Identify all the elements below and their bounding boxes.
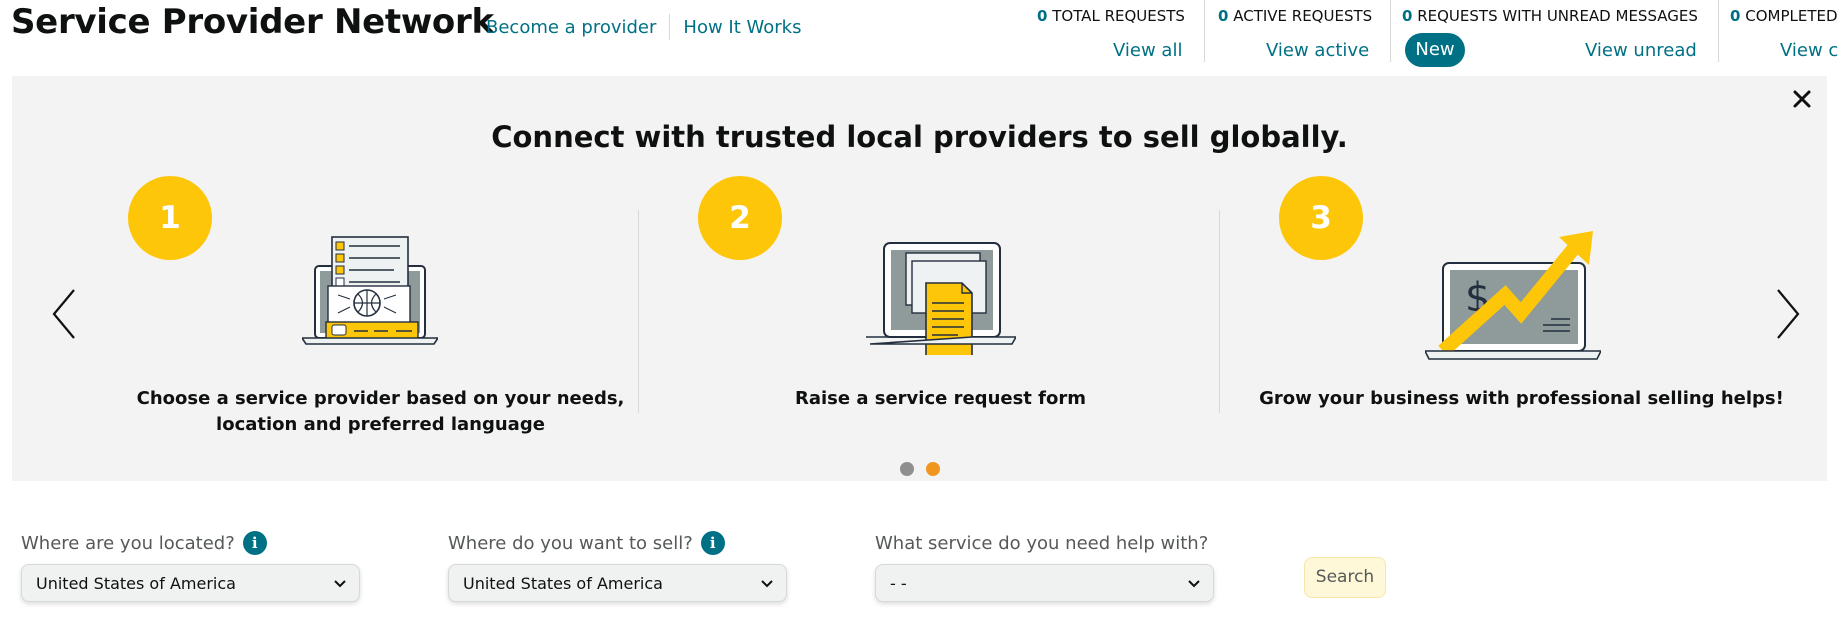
step-divider — [1219, 210, 1220, 413]
service-field: What service do you need help with? - - — [875, 530, 1214, 602]
chevron-down-icon — [1188, 580, 1200, 588]
stat-divider — [1390, 0, 1391, 62]
step-caption: Raise a service request form — [794, 388, 1087, 409]
laptop-growth-chart-icon: $ — [1425, 231, 1601, 360]
top-links: Become a provider How It Works — [486, 14, 801, 40]
view-active-link[interactable]: View active — [1266, 40, 1369, 61]
located-field: Where are you located? i United States of… — [21, 530, 360, 602]
stat-divider — [1718, 0, 1719, 62]
step-2: 2 Raise a service request form — [658, 176, 1223, 446]
how-it-works-banner: Connect with trusted local providers to … — [12, 76, 1827, 481]
step-1: 1 Choose a service provider based on you… — [98, 176, 663, 446]
stat-active-label: 0 ACTIVE REQUESTS — [1218, 7, 1373, 25]
carousel-dots — [900, 462, 940, 476]
stat-total-label: 0 TOTAL REQUESTS — [1037, 7, 1185, 25]
banner-heading: Connect with trusted local providers to … — [491, 120, 1348, 154]
stat-completed-label: 0 COMPLETED REQUESTS — [1730, 7, 1839, 25]
step-number: 2 — [698, 176, 782, 260]
located-select[interactable]: United States of America — [21, 564, 360, 602]
carousel-dot-2[interactable] — [926, 462, 940, 476]
laptop-checklist-globe-icon — [302, 236, 438, 345]
how-it-works-link[interactable]: How It Works — [683, 17, 801, 38]
view-completed-link[interactable]: View completed — [1780, 40, 1839, 61]
info-icon[interactable]: i — [700, 531, 725, 555]
stat-unread-label: 0 REQUESTS WITH UNREAD MESSAGES — [1402, 7, 1698, 25]
link-divider — [669, 14, 671, 40]
search-button[interactable]: Search — [1304, 557, 1386, 598]
step-caption: Choose a service provider based on your … — [136, 388, 625, 435]
sell-value: United States of America — [463, 574, 663, 593]
carousel-dot-1[interactable] — [900, 462, 914, 476]
sell-label: Where do you want to sell? i — [448, 530, 787, 556]
step-3: 3 $ Grow your business with professional… — [1239, 176, 1804, 446]
service-select[interactable]: - - — [875, 564, 1214, 602]
new-badge: New — [1405, 33, 1465, 67]
laptop-document-icon — [866, 242, 1016, 355]
view-all-link[interactable]: View all — [1113, 40, 1182, 61]
chevron-down-icon — [761, 580, 773, 588]
view-unread-link[interactable]: View unread — [1585, 40, 1697, 61]
step-caption: Grow your business with professional sel… — [1259, 388, 1784, 409]
sell-select[interactable]: United States of America — [448, 564, 787, 602]
step-divider — [638, 210, 639, 413]
sell-field: Where do you want to sell? i United State… — [448, 530, 787, 602]
stat-divider — [1204, 0, 1205, 62]
close-icon[interactable] — [1791, 88, 1813, 110]
chevron-down-icon — [334, 580, 346, 588]
located-label: Where are you located? i — [21, 530, 360, 556]
step-number: 3 — [1279, 176, 1363, 260]
page-title: Service Provider Network — [11, 2, 494, 42]
become-provider-link[interactable]: Become a provider — [486, 17, 656, 38]
info-icon[interactable]: i — [242, 531, 267, 555]
service-value: - - — [890, 574, 907, 593]
located-value: United States of America — [36, 574, 236, 593]
carousel-prev-icon[interactable] — [46, 286, 82, 342]
service-label: What service do you need help with? — [875, 532, 1209, 554]
step-number: 1 — [128, 176, 212, 260]
